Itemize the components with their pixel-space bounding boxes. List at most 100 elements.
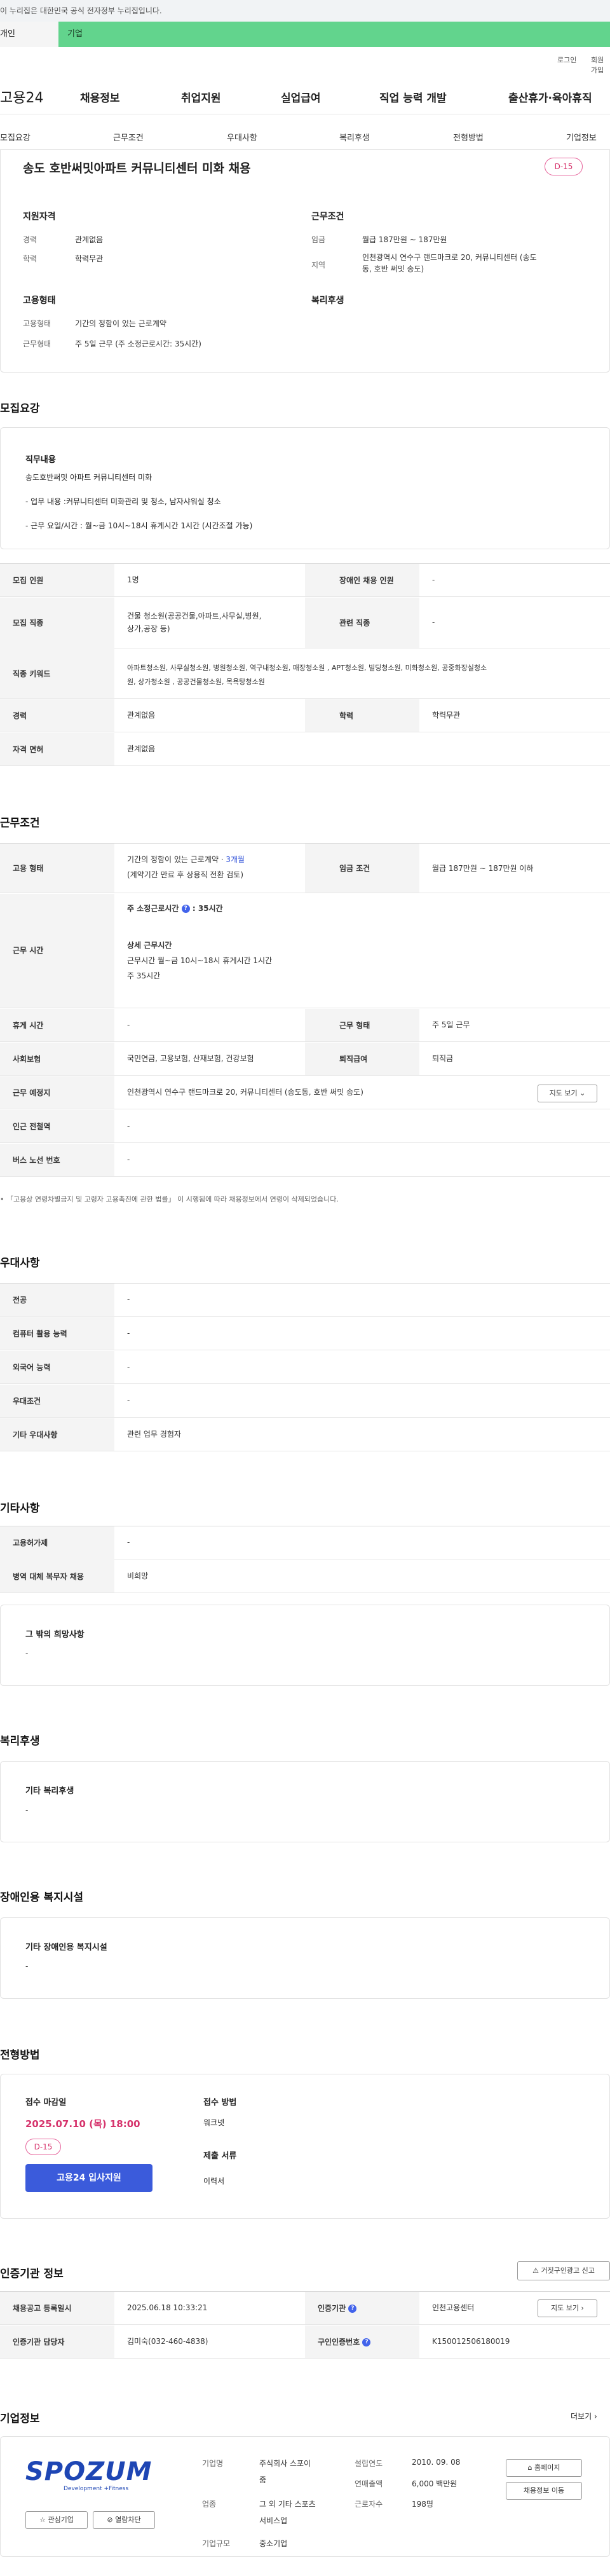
gnb-item-parental-leave[interactable]: 출산휴가·육아휴직 <box>508 89 592 105</box>
qualification-heading: 지원자격 <box>23 212 56 222</box>
gov-banner: 이 누리집은 대한민국 공식 전자정부 누리집입니다. <box>0 0 610 22</box>
license-value: 관계없음 <box>127 744 156 753</box>
subnav-selection[interactable]: 전형방법 <box>453 131 484 143</box>
table-row: 고용허가제 - <box>0 1526 610 1559</box>
manager-label: 인증기관 담당자 <box>0 2326 114 2358</box>
license-label: 자격 면허 <box>0 733 114 765</box>
duty-line-1: 송도호반써밋 아파트 커뮤니티센터 미화 <box>25 473 152 482</box>
emp-form-value: 기간의 정함이 있는 근로계약 · 3개월 <box>127 854 245 866</box>
subway-label: 인근 전철역 <box>0 1110 114 1142</box>
block-icon: ⊘ <box>107 2516 113 2524</box>
language-value: - <box>127 1362 130 1371</box>
tab-company[interactable]: 기업 <box>58 22 610 47</box>
company-size-label: 기업규모 <box>202 2539 231 2548</box>
info-icon[interactable]: ? <box>362 2338 371 2346</box>
headcount-value: 1명 <box>127 575 139 584</box>
emp-type-value: 기간의 정함이 있는 근로계약 <box>75 319 166 328</box>
break-time-label: 휴게 시간 <box>0 1009 114 1041</box>
subnav-welfare[interactable]: 복리후생 <box>339 131 370 143</box>
subnav-recruit[interactable]: 모집요강 <box>0 131 30 143</box>
keyword-line-2: 원, 상가청소원 , 공공건물청소원, 목욕탕청소원 <box>127 678 265 686</box>
logo[interactable]: 고용24 <box>0 86 43 107</box>
subnav-conditions[interactable]: 근무조건 <box>113 131 144 143</box>
welfare-card <box>0 1761 610 1842</box>
job-title: 송도 호반써밋아파트 커뮤니티센터 미화 채용 <box>23 161 251 175</box>
table-row: 휴게 시간 - 근무 형태 주 5일 근무 <box>0 1009 610 1042</box>
conditions-section-title: 근무조건 <box>0 817 40 830</box>
agency-map-button[interactable]: 지도 보기 › <box>538 2299 597 2317</box>
work-permit-label: 고용허가제 <box>0 1526 114 1559</box>
computer-skill-label: 컴퓨터 활용 능력 <box>0 1317 114 1350</box>
company-logo-main: SPOZUM <box>25 2457 152 2486</box>
other-wishes-value: - <box>25 1649 29 1658</box>
work-place-value: 인천광역시 연수구 랜드마크로 20, 커뮤니티센터 (송도동, 호반 써밋 송… <box>127 1088 363 1097</box>
homepage-button-label: 홈페이지 <box>534 2463 560 2472</box>
interest-button[interactable]: ☆ 관심기업 <box>25 2511 88 2529</box>
method-value: 워크넷 <box>203 2118 225 2127</box>
severance-value: 퇴직금 <box>432 1054 454 1063</box>
emp-form-text: 기간의 정함이 있는 근로계약 · <box>127 855 226 864</box>
info-icon[interactable]: ? <box>348 2305 357 2313</box>
disabled-card <box>0 1917 610 1999</box>
report-button[interactable]: ⚠ 거짓구인광고 신고 <box>517 2261 610 2280</box>
headcount-label: 모집 인원 <box>0 564 114 596</box>
duty-line-3: - 근무 요일/시간 : 월~금 10시~18시 휴게시간 1시간 (시간조절 … <box>25 521 253 530</box>
conditions-heading: 근무조건 <box>311 212 344 222</box>
bus-label: 버스 노선 번호 <box>0 1144 114 1176</box>
duty-card <box>0 427 610 549</box>
map-button[interactable]: 지도 보기 ⌄ <box>538 1085 597 1102</box>
region-value-line2: 동, 호반 써밋 송도) <box>362 264 424 273</box>
table-row: 모집 직종 건물 청소원(공공건물,아파트,사무실,병원, 상가,공장 등) 관… <box>0 598 610 648</box>
wage-value: 월급 187만원 ~ 187만원 <box>362 235 447 244</box>
table-row: 인증기관 담당자 김미숙(032-460-4838) 구인인증번호 ? K150… <box>0 2326 610 2359</box>
wage-label: 임금 <box>311 235 326 244</box>
disabled-headcount-label: 장애인 채용 인원 <box>305 564 419 596</box>
severance-label: 퇴직급여 <box>305 1043 419 1075</box>
table-row: 근무 예정지 인천광역시 연수구 랜드마크로 20, 커뮤니티센터 (송도동, … <box>0 1076 610 1109</box>
sales-label: 연매출액 <box>355 2479 383 2488</box>
section-nav <box>0 125 610 150</box>
gnb-item-employment-support[interactable]: 취업지원 <box>181 89 221 105</box>
signup-link[interactable]: 회원가입 <box>591 55 610 75</box>
dday-badge: D-15 <box>545 158 583 175</box>
recruit-career-label: 경력 <box>0 699 114 732</box>
gnb-item-training[interactable]: 직업 능력 개발 <box>379 89 447 105</box>
sales-value: 6,000 백만원 <box>412 2479 458 2488</box>
gnb-item-jobs[interactable]: 채용정보 <box>80 89 120 105</box>
detail-hours-line-2: 주 35시간 <box>127 971 161 980</box>
apply-button[interactable]: 고용24 입사지원 <box>25 2164 152 2192</box>
employees-label: 근로자수 <box>355 2500 383 2509</box>
basic-hours-label: 주 소정근로시간 <box>127 904 179 913</box>
company-name-value-2: 줌 <box>259 2476 267 2484</box>
work-time-label: 근무 시간 <box>0 894 114 1008</box>
company-jobs-button[interactable]: 채용정보 이동 <box>506 2482 582 2500</box>
gnb-item-unemployment-benefit[interactable]: 실업급여 <box>281 89 321 105</box>
info-icon[interactable]: ? <box>181 905 190 913</box>
education-value: 학력무관 <box>75 254 104 263</box>
welfare-card-title: 기타 복리후생 <box>25 1786 74 1796</box>
more-link[interactable]: 더보기 › <box>571 2411 597 2422</box>
deadline-title: 접수 마감일 <box>25 2098 67 2107</box>
other-wishes-card <box>0 1605 610 1686</box>
subnav-preference[interactable]: 우대사항 <box>227 131 257 143</box>
chevron-right-icon: › <box>581 2304 584 2312</box>
founded-label: 설립연도 <box>355 2459 383 2468</box>
disabled-headcount-value: - <box>432 575 435 584</box>
region-label: 지역 <box>311 261 326 270</box>
manager-value: 김미숙(032-460-4838) <box>127 2337 208 2346</box>
tab-personal[interactable]: 개인 <box>0 22 58 47</box>
login-link[interactable]: 로그인 <box>557 55 576 65</box>
subnav-company[interactable]: 기업정보 <box>566 131 597 143</box>
computer-skill-value: - <box>127 1329 130 1338</box>
table-row: 고용 형태 기간의 정함이 있는 근로계약 · 3개월 (계약기간 만료 후 상… <box>0 844 610 893</box>
table-row: 외국어 능력 - <box>0 1351 610 1384</box>
block-button[interactable]: ⊘ 열람차단 <box>93 2511 155 2529</box>
block-button-label: 열람차단 <box>115 2516 141 2524</box>
table-row: 자격 면허 관계없음 <box>0 733 610 766</box>
duty-heading: 직무내용 <box>25 455 56 465</box>
table-row: 병역 대체 복무자 채용 비희망 <box>0 1560 610 1593</box>
welfare-card-value: - <box>25 1805 29 1814</box>
company-section-title: 기업정보 <box>0 2413 40 2425</box>
homepage-button[interactable]: ⌂ 홈페이지 <box>506 2459 582 2477</box>
emp-form-note: (계약기간 만료 후 상용직 전환 검토) <box>127 870 243 879</box>
